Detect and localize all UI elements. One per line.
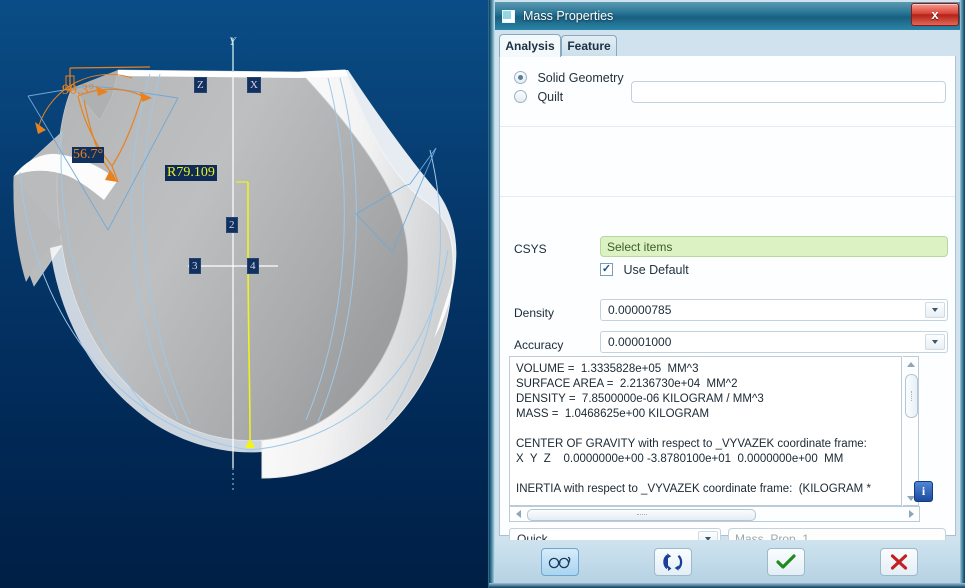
datum-tag-2[interactable]: 2 <box>226 217 238 233</box>
datum-tag-3[interactable]: 3 <box>189 258 201 274</box>
triangle-up-icon <box>907 361 915 367</box>
check-icon: ✓ <box>601 263 612 276</box>
datum-tag-4[interactable]: 4 <box>247 258 259 274</box>
tab-strip: Analysis Feature <box>499 34 956 57</box>
repeat-button[interactable] <box>654 548 692 576</box>
glasses-icon <box>548 556 571 569</box>
refresh-arrows-icon <box>663 553 683 571</box>
accuracy-value: 0.00001000 <box>608 335 672 349</box>
quilt-row: Quilt <box>514 88 563 106</box>
results-textarea[interactable]: VOLUME = 1.3335828e+05 MM^3 SURFACE AREA… <box>509 356 902 506</box>
density-dropdown-arrow[interactable] <box>925 302 945 318</box>
horizontal-scroll-thumb[interactable] <box>527 509 756 521</box>
close-button[interactable]: x <box>911 3 959 26</box>
solid-geometry-radio[interactable] <box>514 71 527 85</box>
density-combo[interactable]: 0.00000785 <box>600 299 948 321</box>
divider-2 <box>500 196 955 197</box>
quilt-radio[interactable] <box>514 90 527 104</box>
scroll-right-arrow[interactable] <box>903 510 919 518</box>
solid-geometry-row: Solid Geometry <box>514 69 624 87</box>
divider-1 <box>500 126 955 127</box>
dialog-titlebar[interactable]: Mass Properties <box>495 2 960 30</box>
preview-button[interactable] <box>541 548 579 576</box>
csys-label: CSYS <box>514 242 547 256</box>
info-icon[interactable]: i <box>914 481 933 502</box>
tab-analysis[interactable]: Analysis <box>499 34 561 57</box>
scroll-left-arrow[interactable] <box>510 510 526 518</box>
mass-properties-dialog: Mass Properties x Analysis Feature Solid… <box>488 0 965 588</box>
tab-feature[interactable]: Feature <box>561 35 617 56</box>
triangle-right-icon <box>908 510 914 518</box>
cancel-button[interactable] <box>880 548 918 576</box>
use-default-checkbox[interactable]: ✓ <box>600 263 613 277</box>
use-default-row: ✓ Use Default <box>600 261 689 279</box>
dialog-title: Mass Properties <box>523 9 614 23</box>
grip-icon <box>910 391 913 401</box>
accuracy-combo[interactable]: 0.00001000 <box>600 331 948 353</box>
ok-button[interactable] <box>767 548 805 576</box>
solid-geometry-label: Solid Geometry <box>537 70 624 85</box>
z-axis-label[interactable]: Z <box>194 77 207 93</box>
red-x-icon <box>890 554 908 570</box>
triangle-left-icon <box>515 510 521 518</box>
scroll-up-arrow[interactable] <box>903 357 919 371</box>
density-value: 0.00000785 <box>608 303 672 317</box>
quilt-label: Quilt <box>537 89 564 104</box>
vertical-scroll-thumb[interactable] <box>905 374 918 418</box>
geometry-selection-field[interactable] <box>631 81 946 103</box>
accuracy-dropdown-arrow[interactable] <box>925 334 945 350</box>
chevron-down-icon <box>932 308 938 312</box>
x-axis-label[interactable]: X <box>247 77 261 93</box>
analysis-panel: Solid Geometry Quilt CSYS Select items ✓… <box>499 56 956 550</box>
info-glyph: i <box>921 484 926 498</box>
results-horizontal-scrollbar[interactable] <box>509 506 920 522</box>
y-axis-label: Y <box>229 34 236 48</box>
window-app-icon <box>502 9 515 23</box>
use-default-label: Use Default <box>623 262 689 277</box>
density-label: Density <box>514 306 555 320</box>
accuracy-label: Accuracy <box>514 338 564 352</box>
grip-icon <box>636 514 647 516</box>
screen: Y Z X 2 3 4 90.3° 56.7° R79.109 Mass Pro… <box>0 0 965 588</box>
dialog-button-bar <box>495 540 960 583</box>
dialog-body: Analysis Feature Solid Geometry Quilt CS… <box>495 30 960 550</box>
chevron-down-icon <box>932 340 938 344</box>
csys-collector[interactable]: Select items <box>600 236 948 257</box>
green-check-icon <box>776 554 796 569</box>
window-border-bottom <box>489 583 965 588</box>
